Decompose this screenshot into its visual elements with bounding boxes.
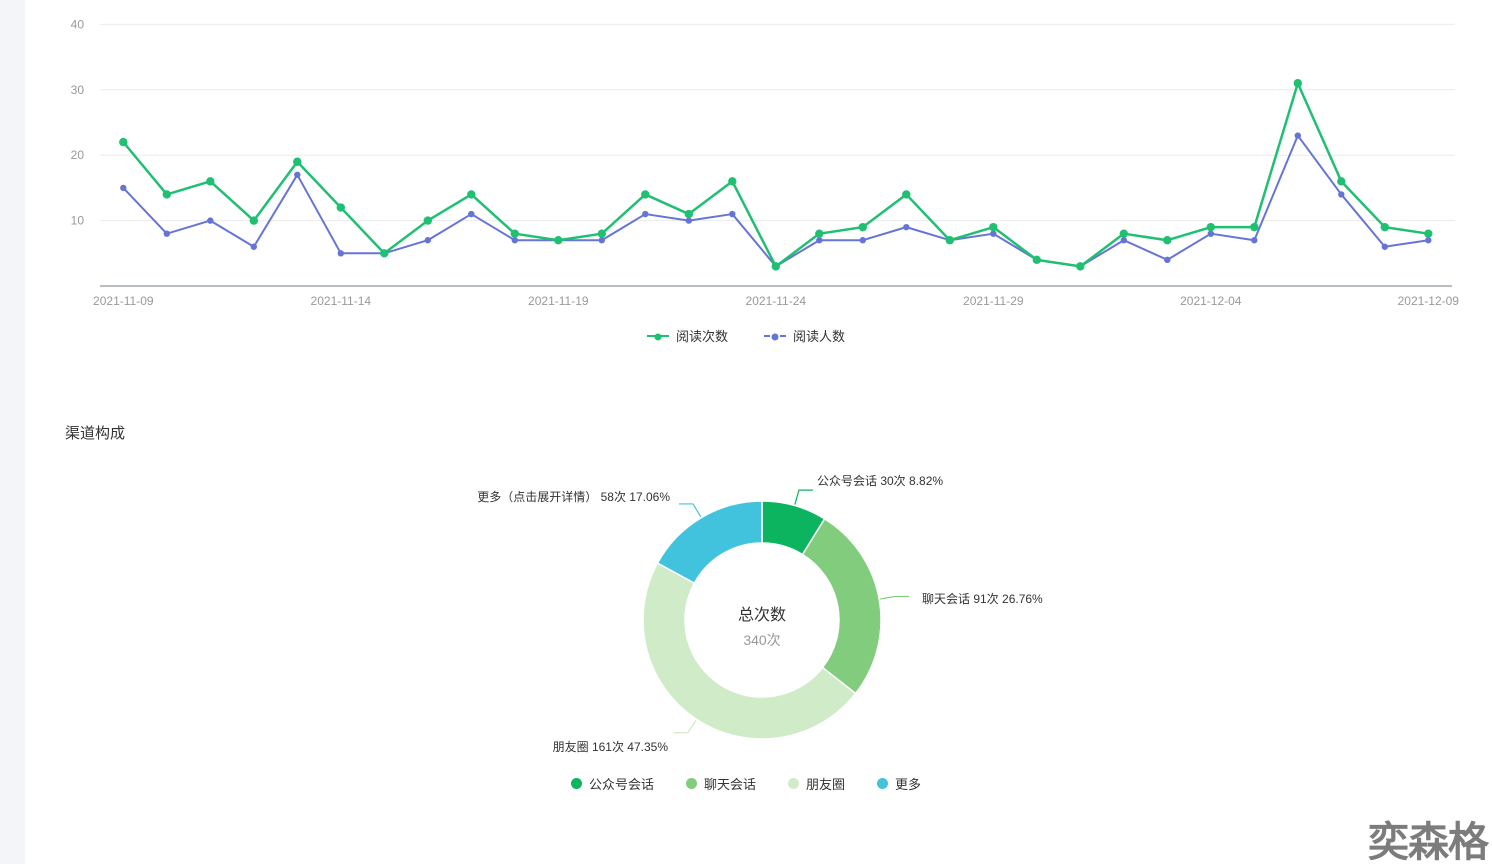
pie-leader-line [795, 490, 813, 504]
line-series-solid-marker-icon [647, 335, 669, 337]
donut-center-label: 总次数 [662, 601, 862, 625]
y-axis-tick: 20 [71, 148, 85, 162]
legend-label-read-count: 阅读次数 [676, 326, 728, 345]
x-axis-tick: 2021-11-14 [311, 294, 372, 308]
read-trend-chart-section: 10 20 30 40 2021-11-09 2021-11-14 2021-11-19 20… [0, 0, 1492, 380]
x-axis-tick: 2021-11-19 [528, 294, 589, 308]
x-axis-tick: 2021-11-09 [93, 294, 154, 308]
line-series-dashed-marker-icon [764, 335, 786, 337]
pie-callout-official-session: 公众号会话 30次 8.82% [817, 472, 943, 489]
channel-composition-section: 渠道构成 公众号会话 30次 8.82% 聊天会话 91次 26.76% 朋友圈… [0, 412, 1492, 832]
legend-item-reader-count[interactable]: 阅读人数 [764, 326, 845, 345]
pie-slice-朋友圈[interactable] [643, 563, 856, 739]
donut-legend-label: 聊天会话 [704, 774, 756, 793]
line-chart-legend: 阅读次数 阅读人数 [0, 326, 1492, 345]
pie-leader-line [679, 504, 701, 517]
pie-leader-line [674, 720, 696, 733]
pie-leader-line [880, 596, 909, 599]
y-axis-tick: 30 [71, 83, 85, 97]
pie-callout-moments: 朋友圈 161次 47.35% [448, 738, 668, 755]
donut-legend: 公众号会话 聊天会话 朋友圈 更多 [0, 774, 1492, 793]
legend-dot-icon [877, 778, 888, 789]
donut-center-value: 340次 [662, 630, 862, 650]
y-axis-tick: 10 [71, 214, 85, 228]
x-axis-tick: 2021-12-04 [1180, 294, 1242, 308]
donut-legend-item-official-session[interactable]: 公众号会话 [571, 774, 654, 793]
pie-slice-更多[interactable] [658, 501, 762, 583]
line-chart-canvas: 10 20 30 40 2021-11-09 2021-11-14 2021-11-19 20… [0, 0, 1492, 312]
x-axis-tick: 2021-11-24 [746, 294, 807, 308]
legend-item-read-count[interactable]: 阅读次数 [647, 326, 728, 345]
legend-label-reader-count: 阅读人数 [793, 326, 845, 345]
x-axis-tick: 2021-11-29 [963, 294, 1024, 308]
donut-legend-item-chat-session[interactable]: 聊天会话 [686, 774, 756, 793]
donut-legend-label: 更多 [895, 774, 921, 793]
legend-dot-icon [686, 778, 697, 789]
donut-legend-label: 朋友圈 [806, 774, 845, 793]
y-axis-tick: 40 [71, 17, 85, 31]
x-axis-tick: 2021-12-09 [1398, 294, 1460, 308]
series-lines [119, 79, 1432, 271]
donut-legend-item-moments[interactable]: 朋友圈 [788, 774, 845, 793]
donut-legend-item-more[interactable]: 更多 [877, 774, 921, 793]
pie-callout-chat-session: 聊天会话 91次 26.76% [922, 590, 1043, 607]
gridlines [100, 24, 1455, 220]
donut-legend-label: 公众号会话 [589, 774, 654, 793]
donut-center-total: 总次数 340次 [662, 601, 862, 650]
legend-dot-icon [788, 778, 799, 789]
axes: 10 20 30 40 2021-11-09 2021-11-14 2021-11-19 20… [71, 17, 1460, 308]
legend-dot-icon [571, 778, 582, 789]
brand-watermark: 奕森格 [1368, 821, 1488, 864]
pie-callout-more[interactable]: 更多（点击展开详情） 58次 17.06% [450, 488, 670, 505]
